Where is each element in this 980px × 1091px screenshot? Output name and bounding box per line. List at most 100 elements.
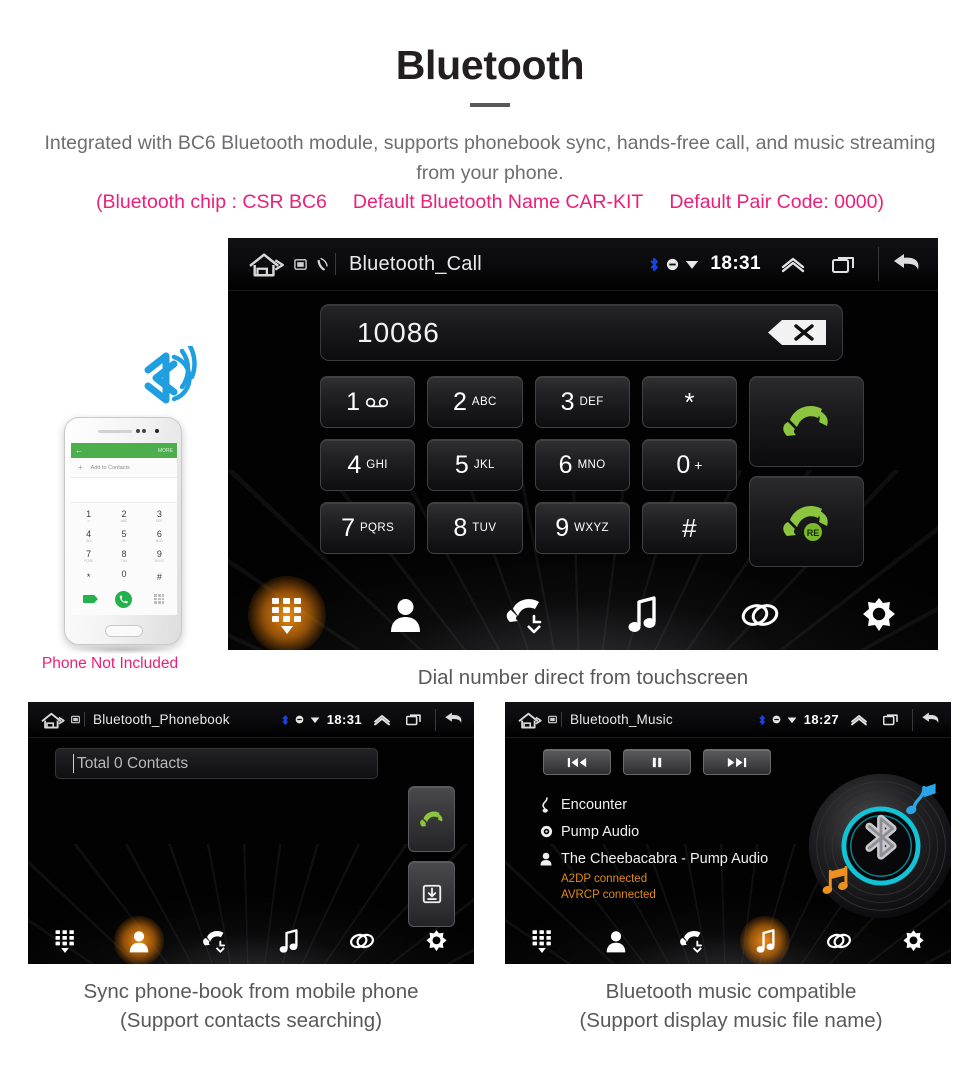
nav-settings[interactable] [400,918,474,964]
status-divider [561,712,562,727]
key-letters: WXYZ [574,522,609,534]
key-1[interactable]: 1 [320,376,416,428]
dialed-number-field[interactable]: 10086 [320,304,843,361]
key-5[interactable]: 5 JKL [427,439,523,491]
nav-pair[interactable] [802,918,876,964]
key-hash[interactable]: # [641,502,737,554]
dialed-number-value: 10086 [357,316,440,348]
music-note-icon [535,796,557,813]
status-right-group: 18:27 [758,702,951,737]
key-digit: # [682,513,697,543]
phone-key-digit: 7 [86,549,92,559]
nav-contacts[interactable] [579,918,653,964]
gear-icon [862,598,895,631]
key-2[interactable]: 2 ABC [427,376,523,428]
home-icon[interactable] [244,249,286,279]
nav-pair[interactable] [325,918,399,964]
key-0[interactable]: 0 + [641,439,737,491]
phone-key-letters: GHI [85,539,92,543]
dialer-title: Bluetooth_Call [349,252,482,275]
nav-call-history[interactable] [654,918,728,964]
contacts-icon [607,930,626,952]
home-icon[interactable] [38,710,66,730]
phonebook-status-bar: Bluetooth_Phonebook 18:31 [28,702,474,738]
nav-music[interactable] [251,918,325,964]
key-3[interactable]: 3 DEF [534,376,630,428]
status-right-group: 18:31 [648,238,938,290]
key-7[interactable]: 7 PQRS [320,502,416,554]
key-letters: DEF [579,396,604,408]
back-icon[interactable] [921,711,942,728]
spec-name: Default Bluetooth Name CAR-KIT [352,191,644,213]
keypad-row: 1 2 ABC 3 DEF * [320,376,737,428]
nav-music[interactable] [728,918,802,964]
link-icon [742,604,779,626]
contacts-search-value: Total 0 Contacts [77,754,189,772]
nav-call-history[interactable] [177,918,251,964]
skip-previous-icon [567,757,587,767]
key-digit: 4 [347,450,362,479]
phone-key: 3 DEF [142,507,177,527]
status-divider [84,712,85,727]
key-star[interactable]: * [641,376,737,428]
dialpad-icon [55,930,74,953]
a2dp-status: A2DP connected [561,873,648,885]
phone-number-area [71,478,177,503]
music-track-row: Encounter [535,791,768,818]
phone-key-row: 7 PQRS 8 TUV 9 WXYZ [71,547,177,567]
phone-key-row: * 0 + # [71,567,177,587]
key-digit: 3 [560,387,575,416]
nav-pair[interactable] [701,580,819,650]
next-button[interactable] [703,749,771,775]
phonebook-caption-line2: (Support contacts searching) [119,1009,383,1032]
key-8[interactable]: 8 TUV [427,502,523,554]
nav-dialpad[interactable] [28,918,102,964]
wifi-icon [686,260,699,269]
home-icon[interactable] [515,710,543,730]
key-digit: 6 [558,450,573,479]
nav-dialpad[interactable] [505,918,579,964]
redial-button[interactable]: RE [749,476,864,567]
status-indicator-icons [281,714,320,726]
nav-call-history[interactable] [465,580,583,650]
key-9[interactable]: 9 WXYZ [534,502,630,554]
recent-apps-icon[interactable] [883,713,899,726]
artist-person-icon [535,852,557,866]
recent-apps-icon[interactable] [406,713,422,726]
call-button[interactable] [408,786,455,852]
phone-key: 7 PQRS [71,547,106,567]
music-icon [628,596,656,632]
back-icon[interactable] [444,711,465,728]
chevron-up-icon[interactable] [373,713,391,726]
phone-key: * [71,567,106,587]
key-4[interactable]: 4 GHI [320,439,416,491]
music-screen: Bluetooth_Music 18:27 Encounter Pump Aud… [505,702,951,964]
key-6[interactable]: 6 MNO [534,439,630,491]
status-mini-icons [548,715,557,724]
phone-key-digit: * [86,571,91,582]
call-icon [419,811,442,826]
back-icon[interactable] [892,252,924,277]
nav-contacts[interactable] [102,918,176,964]
chevron-up-icon[interactable] [780,255,806,273]
nav-music[interactable] [583,580,701,650]
phone-more-label: MORE [158,447,173,454]
spec-code: Default Pair Code: 0000) [669,191,884,213]
nav-settings[interactable] [877,918,951,964]
dialer-nav-bar [228,580,938,650]
pause-button[interactable] [623,749,691,775]
music-caption: Bluetooth music compatible (Support disp… [490,977,972,1035]
recent-apps-icon[interactable] [832,255,856,274]
call-button[interactable] [749,376,864,467]
phone-mockup: ← MORE + Add to Contacts 1 ∞ 2 ABC 3 DEF 4G… [48,346,208,654]
contacts-search-input[interactable]: Total 0 Contacts [55,748,378,779]
previous-button[interactable] [543,749,611,775]
backspace-icon[interactable] [766,317,828,348]
dialpad-icon [154,594,165,604]
wifi-icon [787,717,797,723]
nav-contacts[interactable] [346,580,464,650]
chevron-up-icon[interactable] [850,713,868,726]
nav-dialpad[interactable] [228,580,346,650]
bluetooth-vinyl-icon [808,773,951,919]
nav-settings[interactable] [820,580,938,650]
